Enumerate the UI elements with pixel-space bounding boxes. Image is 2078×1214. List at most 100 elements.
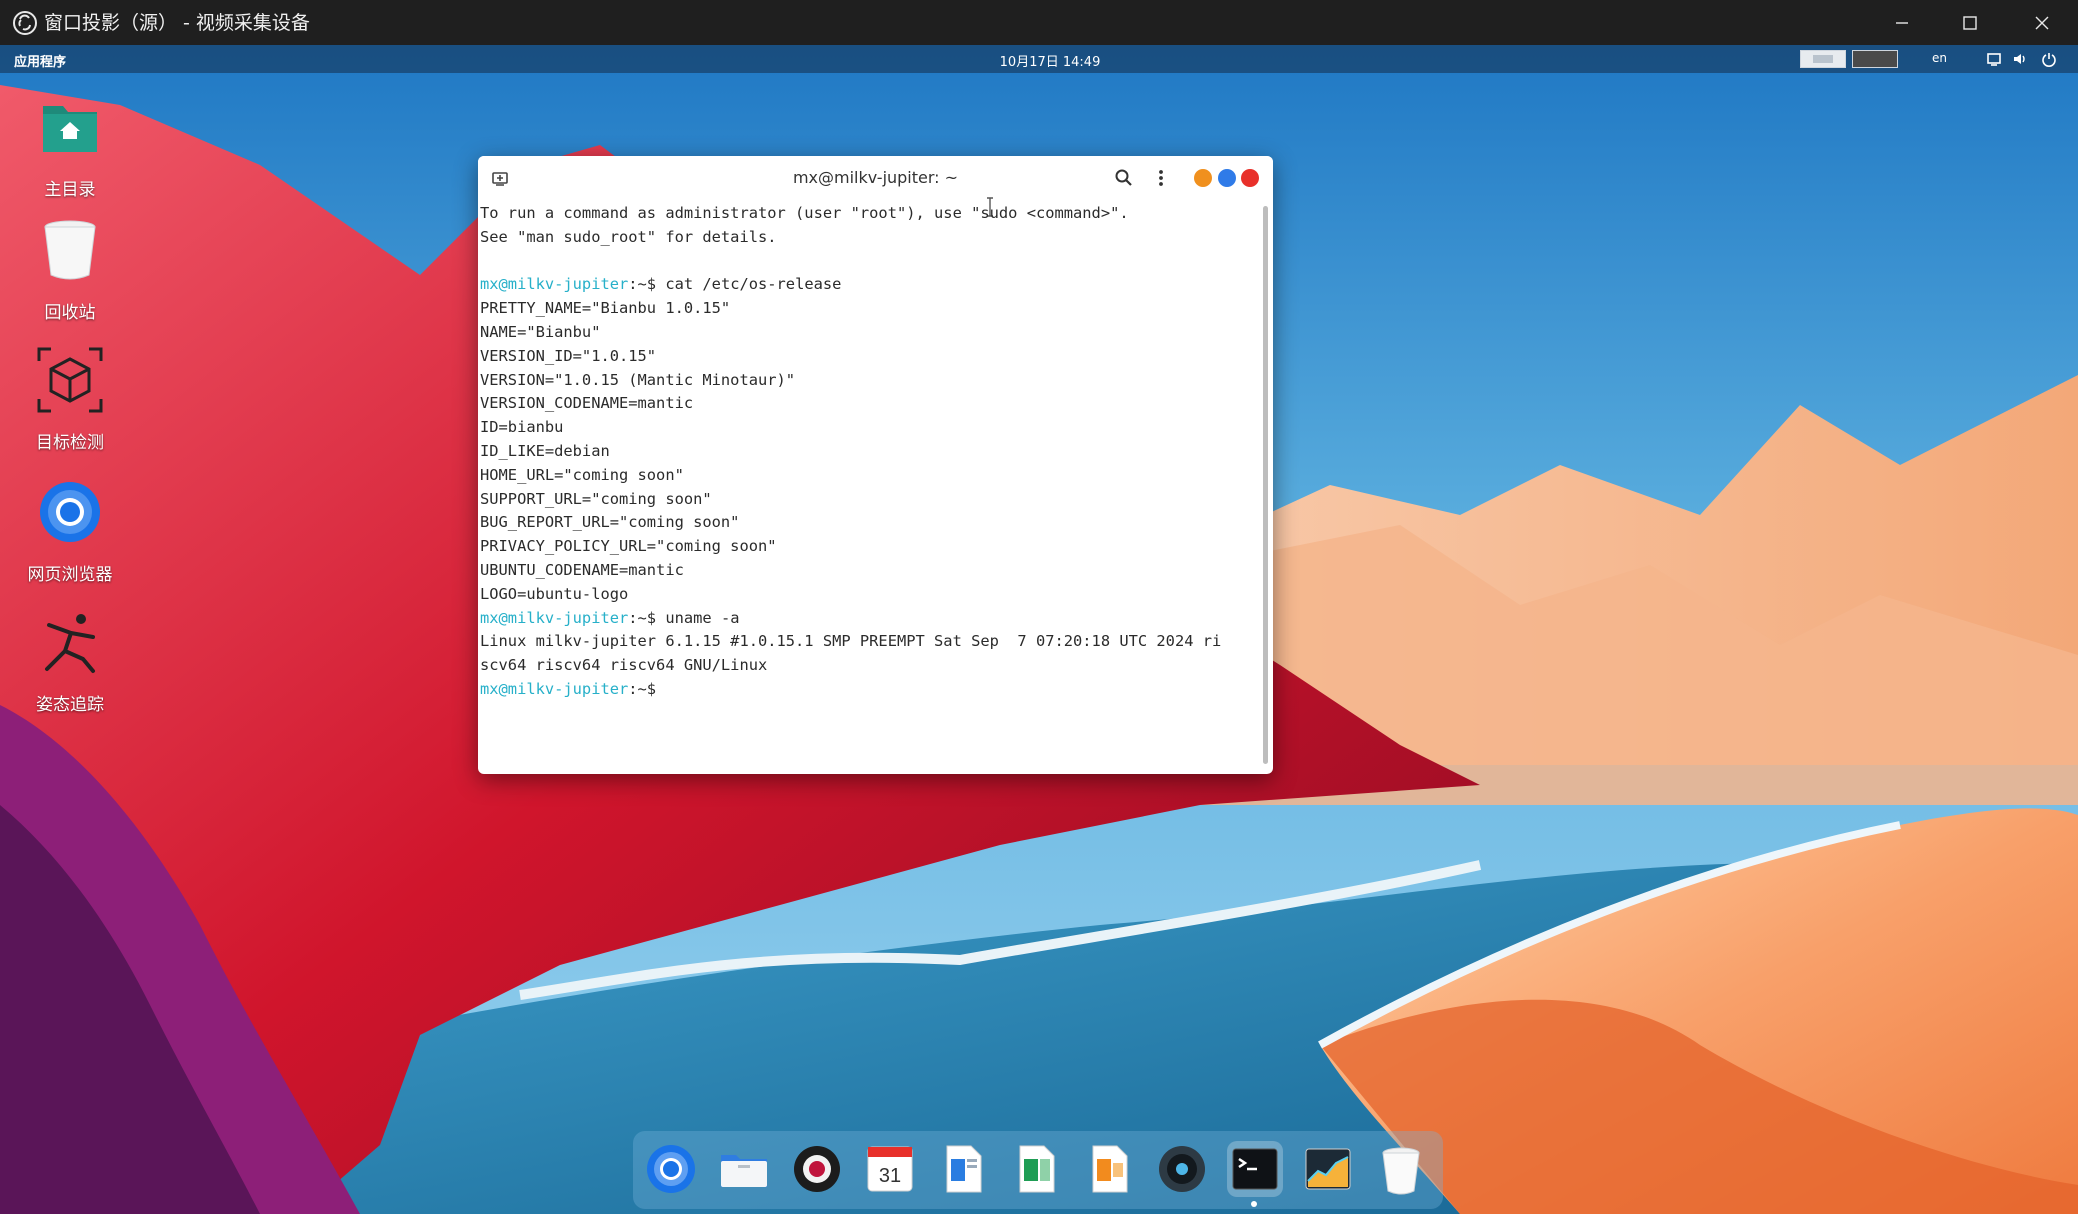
terminal-text: ID_LIKE=debian	[480, 441, 610, 460]
dock-item-files[interactable]	[716, 1141, 772, 1197]
trash-icon	[1382, 1147, 1420, 1195]
desktop-icon-label: 回收站	[44, 303, 96, 323]
terminal-text: BUG_REPORT_URL="coming soon"	[480, 513, 740, 532]
kebab-menu-icon[interactable]	[1151, 168, 1171, 188]
panel-clock[interactable]: 10月17日 14:49	[990, 51, 1110, 70]
terminal-prompt: mx@milkv-jupiter	[480, 275, 629, 294]
desktop-icon-label: 主目录	[44, 180, 96, 200]
terminal-line: To run a command as administrator (user …	[480, 202, 1250, 226]
desktop-icon-label: 姿态追踪	[36, 695, 104, 715]
browser-icon	[40, 482, 100, 542]
keyboard-layout[interactable]: en	[1932, 51, 1947, 65]
desktop-icon-trash[interactable]: 回收站	[20, 215, 120, 323]
terminal-prompt-suffix: :~$	[628, 608, 666, 627]
terminal-line: PRETTY_NAME="Bianbu 1.0.15"	[480, 297, 1250, 321]
dock-item-writer[interactable]	[935, 1141, 991, 1197]
terminal-text: VERSION="1.0.15 (Mantic Minotaur)"	[480, 370, 796, 389]
home-folder-icon	[43, 106, 97, 152]
presentation-icon	[1092, 1145, 1128, 1193]
workspace-2[interactable]	[1852, 50, 1898, 68]
top-panel: 应用程序 10月17日 14:49 en	[0, 45, 2078, 73]
system-monitor-icon	[1305, 1148, 1351, 1190]
terminal-text: ID=bianbu	[480, 418, 564, 437]
terminal-prompt-suffix: :~$	[628, 275, 666, 294]
terminal-line: UBUNTU_CODENAME=mantic	[480, 559, 1250, 583]
terminal-text: VERSION_CODENAME=mantic	[480, 394, 694, 413]
volume-icon[interactable]	[2011, 50, 2029, 68]
terminal-text: NAME="Bianbu"	[480, 322, 601, 341]
terminal-prompt: mx@milkv-jupiter	[480, 608, 629, 627]
terminal-line: mx@milkv-jupiter:~$ uname -a	[480, 607, 1250, 631]
power-icon[interactable]	[2040, 50, 2058, 68]
terminal-line: VERSION_ID="1.0.15"	[480, 345, 1250, 369]
terminal-text: UBUNTU_CODENAME=mantic	[480, 560, 684, 579]
search-icon[interactable]	[1114, 168, 1134, 188]
calendar-day: 31	[878, 1165, 902, 1187]
terminal-line: VERSION="1.0.15 (Mantic Minotaur)"	[480, 369, 1250, 393]
active-app-indicator	[1251, 1201, 1257, 1207]
close-icon	[2035, 16, 2049, 29]
music-player-icon	[1159, 1146, 1205, 1192]
dock-item-trash[interactable]	[1373, 1141, 1429, 1197]
dock-item-presentation[interactable]	[1081, 1141, 1137, 1197]
close-button[interactable]	[2008, 0, 2076, 45]
desktop-icon-pose-tracking[interactable]: 姿态追踪	[20, 607, 120, 715]
chromium-icon	[647, 1145, 695, 1193]
terminal-line: mx@milkv-jupiter:~$ cat /etc/os-release	[480, 273, 1250, 297]
terminal-line: PRIVACY_POLICY_URL="coming soon"	[480, 535, 1250, 559]
minimize-button[interactable]	[1868, 0, 1936, 45]
terminal-text: PRIVACY_POLICY_URL="coming soon"	[480, 537, 777, 556]
terminal-text: VERSION_ID="1.0.15"	[480, 346, 657, 365]
dock-item-browser[interactable]	[643, 1141, 699, 1197]
terminal-line: mx@milkv-jupiter:~$	[480, 678, 1250, 702]
terminal-prompt: mx@milkv-jupiter	[480, 679, 629, 698]
obs-icon	[13, 11, 37, 35]
terminal-text: PRETTY_NAME="Bianbu 1.0.15"	[480, 299, 731, 318]
file-manager-icon	[721, 1155, 767, 1187]
pose-tracking-icon	[45, 614, 95, 673]
desktop-icon-home[interactable]: 主目录	[20, 92, 120, 200]
desktop-icon-browser[interactable]: 网页浏览器	[20, 477, 120, 585]
dock-item-system-monitor[interactable]	[1300, 1141, 1356, 1197]
terminal-text: scv64 riscv64 riscv64 GNU/Linux	[480, 656, 768, 675]
terminal-line: See "man sudo_root" for details.	[480, 226, 1250, 250]
desktop-icon-label: 目标检测	[36, 433, 104, 453]
terminal-line: NAME="Bianbu"	[480, 321, 1250, 345]
applications-menu[interactable]: 应用程序	[14, 51, 66, 70]
dock-item-media[interactable]	[789, 1141, 845, 1197]
terminal-text: LOGO=ubuntu-logo	[480, 584, 629, 603]
minimize-icon	[1896, 21, 1908, 24]
terminal-icon	[1232, 1148, 1278, 1190]
minimize-dot-button[interactable]	[1194, 169, 1212, 187]
trash-icon	[44, 220, 96, 280]
dock-item-spreadsheet[interactable]	[1008, 1141, 1064, 1197]
dock-item-calendar[interactable]: 31	[862, 1141, 918, 1197]
display-icon[interactable]	[1985, 50, 2003, 68]
terminal-line: ID_LIKE=debian	[480, 440, 1250, 464]
terminal-line: Linux milkv-jupiter 6.1.15 #1.0.15.1 SMP…	[480, 630, 1250, 654]
terminal-line: ID=bianbu	[480, 416, 1250, 440]
media-player-icon	[794, 1146, 840, 1192]
spreadsheet-icon	[1019, 1145, 1055, 1193]
close-dot-button[interactable]	[1241, 169, 1259, 187]
terminal-text: See "man sudo_root" for details.	[480, 227, 777, 246]
desktop-icon-label: 网页浏览器	[27, 565, 113, 585]
terminal-output[interactable]: To run a command as administrator (user …	[480, 202, 1250, 762]
terminal-scrollbar[interactable]	[1263, 206, 1268, 764]
terminal-line: SUPPORT_URL="coming soon"	[480, 488, 1250, 512]
workspace-1[interactable]	[1800, 50, 1846, 68]
terminal-line: BUG_REPORT_URL="coming soon"	[480, 511, 1250, 535]
desktop-icon-object-detection[interactable]: 目标检测	[20, 345, 120, 453]
terminal-window[interactable]: mx@milkv-jupiter: ~ To run a command as …	[478, 156, 1273, 774]
terminal-text: uname -a	[665, 608, 740, 627]
maximize-dot-button[interactable]	[1218, 169, 1236, 187]
dock-item-music[interactable]	[1154, 1141, 1210, 1197]
terminal-prompt-suffix: :~$	[628, 679, 657, 698]
terminal-text: Linux milkv-jupiter 6.1.15 #1.0.15.1 SMP…	[480, 632, 1222, 651]
maximize-button[interactable]	[1936, 0, 2004, 45]
terminal-line: VERSION_CODENAME=mantic	[480, 392, 1250, 416]
object-detection-icon	[37, 347, 103, 413]
terminal-titlebar[interactable]: mx@milkv-jupiter: ~	[478, 156, 1273, 200]
dock-item-terminal[interactable]	[1227, 1141, 1283, 1197]
